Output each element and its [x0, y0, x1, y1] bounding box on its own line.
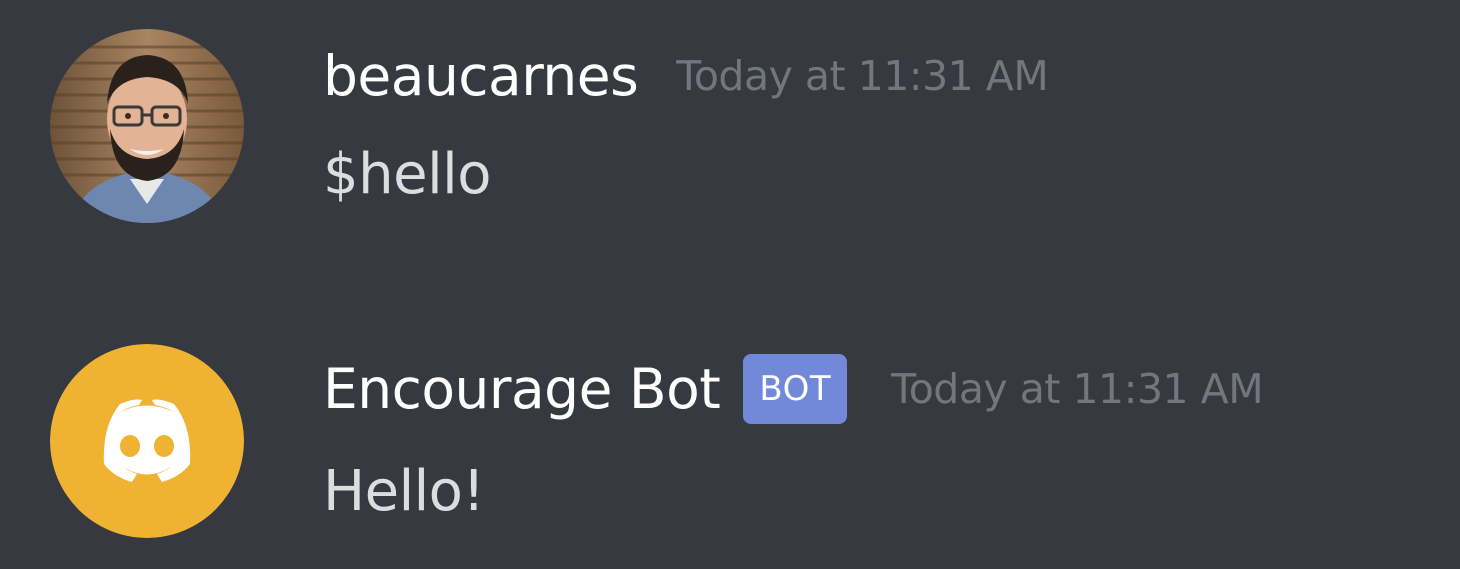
- bot-badge: BOT: [743, 354, 848, 424]
- controller-shape: [103, 399, 191, 482]
- left-eye: [120, 435, 140, 457]
- chat-message: Encourage Bot BOT Today at 11:31 AM Hell…: [0, 316, 1460, 566]
- username[interactable]: Encourage Bot: [323, 357, 721, 421]
- timestamp[interactable]: Today at 11:31 AM: [891, 365, 1263, 413]
- timestamp[interactable]: Today at 11:31 AM: [676, 52, 1048, 100]
- username[interactable]: beaucarnes: [323, 44, 639, 108]
- user-photo-avatar: [50, 29, 244, 223]
- bot-avatar[interactable]: [50, 344, 244, 538]
- message-content: Hello!: [323, 459, 485, 524]
- message-header: beaucarnes Today at 11:31 AM: [323, 40, 1049, 112]
- message-header: Encourage Bot BOT Today at 11:31 AM: [323, 353, 1264, 425]
- discord-logo-icon: [50, 344, 244, 538]
- user-avatar[interactable]: [50, 29, 244, 223]
- right-eye: [154, 435, 174, 457]
- chat-message: beaucarnes Today at 11:31 AM $hello: [0, 0, 1460, 250]
- message-content: $hello: [323, 142, 491, 207]
